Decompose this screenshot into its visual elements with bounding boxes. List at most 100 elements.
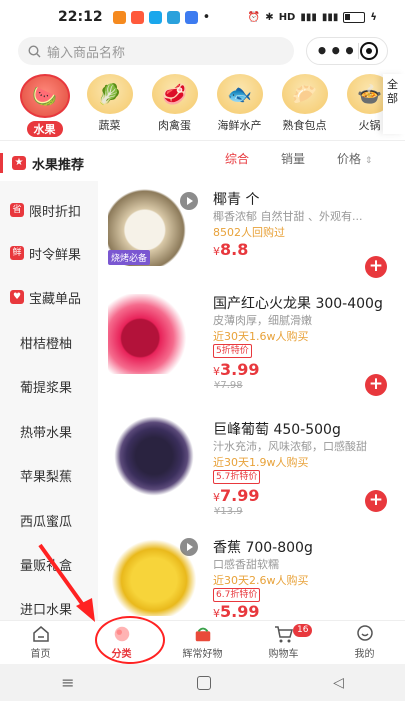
product-price: ¥8.8 (213, 240, 248, 259)
product-card[interactable]: 巨峰葡萄 450-500g 汁水充沛，风味浓郁，口感酸甜 近30天1.9w人购买… (98, 410, 405, 528)
sort-price[interactable]: 价格 ⇕ (337, 150, 372, 170)
sort-arrows-icon: ⇕ (364, 156, 373, 166)
search-placeholder: 输入商品名称 (47, 45, 126, 61)
category-label: 熟食包点 (282, 119, 327, 132)
product-name: 巨峰葡萄 450-500g (213, 422, 341, 438)
sidebar-item-berries[interactable]: 葡提浆果 (0, 366, 98, 406)
sidebar-item-seasonal[interactable]: 鲜 时令鲜果 (0, 233, 98, 273)
discount-tag: 6.7折特价 (213, 588, 261, 602)
app-notification-icon (184, 10, 198, 24)
battery-icon (343, 11, 366, 23)
home-nav-icon[interactable] (196, 675, 211, 690)
tab-goods[interactable]: 辉常好物 (162, 621, 243, 664)
tab-home[interactable]: 首页 (0, 621, 81, 664)
currency-symbol: ¥ (213, 365, 220, 378)
sidebar-item-discount[interactable]: 省 限时折扣 (0, 190, 98, 230)
tab-label: 购物车 (268, 649, 299, 660)
product-sold: 近30天1.9w人购买 (213, 456, 309, 469)
currency-symbol: ¥ (213, 607, 220, 620)
category-label: 海鲜水产 (217, 119, 262, 132)
category-meat-eggs[interactable]: 🥩 肉禽蛋 (142, 74, 207, 138)
discount-tag: 5.7折特价 (213, 470, 261, 484)
category-label: 蔬菜 (98, 119, 121, 132)
sidebar-item-treasure[interactable]: ♥ 宝藏单品 (0, 277, 98, 317)
product-sold: 近30天1.6w人购买 (213, 330, 309, 343)
star-icon: ★ (12, 156, 26, 170)
profile-icon (355, 625, 375, 643)
product-sold: 近30天2.6w人购买 (213, 574, 309, 587)
product-card[interactable]: 国产红心火龙果 300-400g 皮薄肉厚，细腻滑嫩 近30天1.6w人购买 5… (98, 284, 405, 402)
search-icon (28, 44, 41, 57)
sidebar-item-apple-pear[interactable]: 苹果梨蕉 (0, 455, 98, 495)
sidebar-item-label: 时令鲜果 (29, 247, 82, 263)
product-name: 国产红心火龙果 300-400g (213, 296, 383, 312)
product-card[interactable]: 香蕉 700-800g 口感香甜软糯 近30天2.6w人购买 6.7折特价 ¥5… (98, 528, 405, 620)
sidebar-item-recommend[interactable]: ★ 水果推荐 (0, 145, 98, 181)
system-icons: ⏰ ✱ HD ▮▮▮ ▮▮▮ ϟ (247, 11, 377, 23)
signal-icon: ▮▮▮ (300, 11, 317, 23)
add-to-cart-button[interactable]: + (365, 374, 387, 396)
sidebar-item-label: 宝藏单品 (29, 291, 82, 307)
sidebar-item-label: 限时折扣 (29, 204, 82, 220)
search-input[interactable]: 输入商品名称 (18, 37, 294, 65)
more-icon[interactable]: ••• (316, 41, 357, 61)
tab-mine[interactable]: 我的 (324, 621, 405, 664)
category-fruit[interactable]: 🍉 水果 (12, 74, 77, 138)
product-desc: 皮薄肉厚，细腻滑嫩 (213, 314, 312, 327)
highlight-circle (95, 616, 165, 664)
status-bar: 22:12 • ⏰ ✱ HD ▮▮▮ ▮▮▮ ϟ (0, 0, 405, 34)
product-price: ¥7.99 (213, 486, 259, 505)
vegetable-icon: 🥬 (86, 74, 133, 114)
capsule-divider (358, 43, 360, 59)
sort-sales[interactable]: 销量 (281, 150, 305, 170)
mini-program-capsule: ••• (306, 37, 388, 65)
sort-bar: 综合 销量 价格 ⇕ (225, 150, 395, 170)
grape-image (108, 416, 200, 496)
discount-tag: 5折特价 (213, 344, 252, 358)
product-sold: 8502人回购过 (213, 226, 285, 239)
product-card[interactable]: 烧烤必备 椰青 个 椰香浓郁 自然甘甜 、外观有... 8502人回购过 ¥8.… (98, 180, 405, 298)
video-play-icon[interactable] (180, 192, 198, 210)
alarm-icon: ⏰ (247, 11, 261, 23)
add-to-cart-button[interactable]: + (365, 256, 387, 278)
category-deli[interactable]: 🥟 熟食包点 (272, 74, 337, 138)
promo-badge: 烧烤必备 (108, 250, 151, 265)
price-value: 7.99 (220, 486, 260, 505)
category-label: 水果 (26, 121, 63, 137)
price-value: 3.99 (220, 360, 260, 379)
hd-icon: HD (278, 11, 296, 23)
sidebar-item-melon[interactable]: 西瓜蜜瓜 (0, 500, 98, 540)
save-tag-icon: 省 (10, 203, 24, 217)
notification-icons: • (112, 10, 210, 25)
currency-symbol: ¥ (213, 491, 220, 504)
telegram-icon (166, 10, 180, 24)
category-label: 肉禽蛋 (158, 119, 191, 132)
sidebar-item-citrus[interactable]: 柑桔橙柚 (0, 322, 98, 362)
tab-label: 辉常好物 (182, 649, 223, 660)
product-price: ¥3.99 (213, 360, 259, 379)
back-nav-icon[interactable]: ◁ (333, 675, 344, 691)
sidebar-item-giftbox[interactable]: 量贩礼盒 (0, 544, 98, 584)
clock: 22:12 (58, 9, 103, 25)
sort-comprehensive[interactable]: 综合 (225, 150, 249, 170)
tab-cart[interactable]: 16 购物车 (243, 621, 324, 664)
tab-label: 我的 (354, 649, 375, 660)
sidebar-item-tropical[interactable]: 热带水果 (0, 411, 98, 451)
add-to-cart-button[interactable]: + (365, 490, 387, 512)
all-categories-button[interactable]: 全部 (383, 74, 405, 134)
close-miniprogram-icon[interactable] (360, 42, 379, 60)
fruit-icon: 🍉 (19, 74, 70, 118)
price-value: 8.8 (220, 240, 249, 259)
category-vegetables[interactable]: 🥬 蔬菜 (77, 74, 142, 138)
fish-icon: 🐟 (216, 74, 263, 114)
product-name: 香蕉 700-800g (213, 540, 313, 556)
signal-icon: ▮▮▮ (321, 11, 339, 23)
bottom-tab-bar: 首页 分类 辉常好物 16 购物车 我的 (0, 620, 405, 664)
app-notification-icon (148, 10, 162, 24)
dumpling-icon: 🥟 (281, 74, 328, 114)
tab-label: 首页 (30, 649, 51, 660)
video-play-icon[interactable] (180, 538, 198, 556)
menu-nav-icon[interactable]: ≡ (61, 673, 74, 692)
category-seafood[interactable]: 🐟 海鲜水产 (207, 74, 272, 138)
original-price: ¥7.98 (214, 380, 243, 391)
